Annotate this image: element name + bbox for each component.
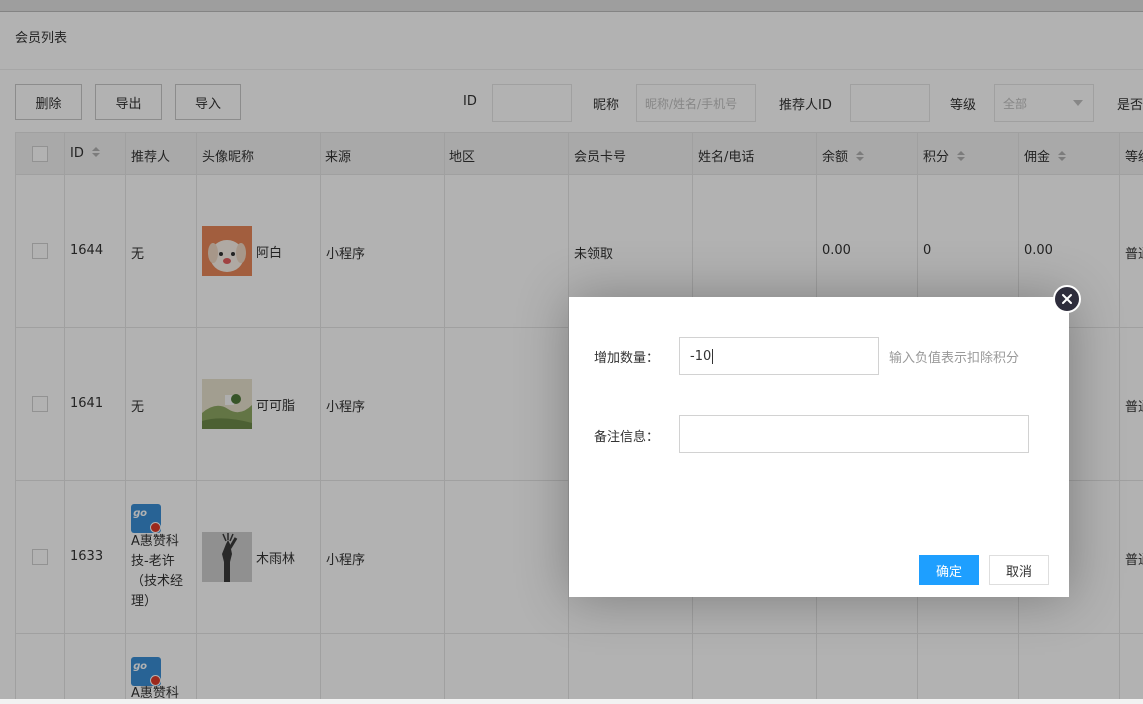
confirm-button[interactable]: 确定 [919, 555, 979, 585]
adjust-points-dialog: 增加数量： -10 输入负值表示扣除积分 备注信息： 确定 取消 [569, 297, 1069, 597]
text-cursor [712, 348, 714, 364]
quantity-value: -10 [690, 348, 712, 364]
remark-input[interactable] [679, 415, 1029, 453]
close-icon[interactable] [1053, 285, 1081, 313]
remark-label: 备注信息： [594, 430, 660, 445]
cancel-button[interactable]: 取消 [989, 555, 1049, 585]
quantity-input[interactable]: -10 [679, 337, 879, 375]
quantity-label: 增加数量： [594, 351, 660, 366]
quantity-hint: 输入负值表示扣除积分 [889, 351, 1020, 366]
